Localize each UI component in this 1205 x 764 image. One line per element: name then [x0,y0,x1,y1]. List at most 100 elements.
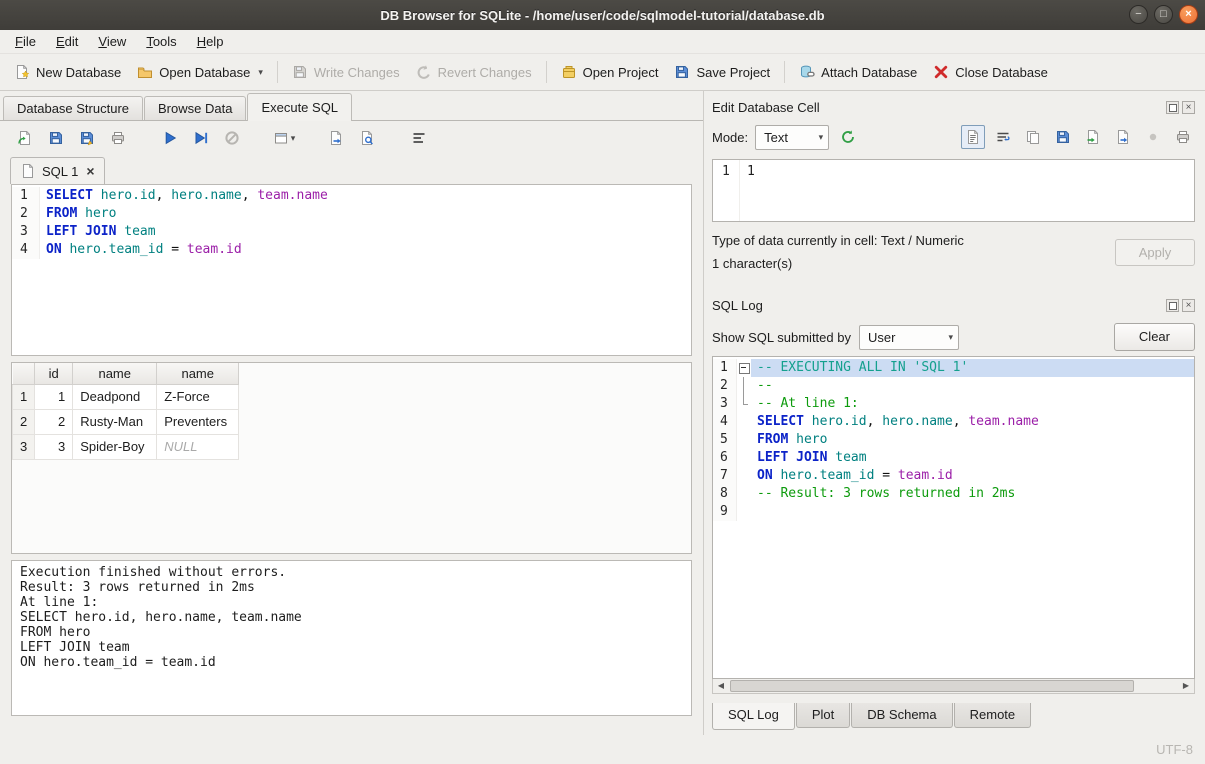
column-header[interactable]: name [157,363,239,384]
save-project-button[interactable]: Save Project [666,59,778,85]
sql-editor[interactable]: 1SELECT hero.id, hero.name, team.name2FR… [11,184,692,356]
new-tab-icon[interactable]: ▾ [272,126,296,150]
table-row: 22Rusty-ManPreventers [13,409,239,434]
mode-select[interactable]: Text ▾ [755,125,829,150]
print-icon[interactable] [1171,125,1195,149]
close-database-button[interactable]: Close Database [925,59,1056,85]
find-icon[interactable] [355,126,379,150]
tab-execute-sql[interactable]: Execute SQL [247,93,352,121]
cell[interactable]: Spider-Boy [73,434,157,459]
text-mode-icon[interactable] [961,125,985,149]
write-changes-button[interactable]: Write Changes [284,59,408,85]
execute-line-icon [193,130,209,146]
float-panel-icon[interactable] [1166,299,1179,312]
results-corner-header[interactable] [13,363,35,384]
apply-button[interactable]: Apply [1115,239,1195,266]
open-database-button[interactable]: Open Database▾ [129,59,271,85]
close-tab-icon[interactable]: × [86,163,94,179]
results-grid[interactable]: idnamename11DeadpondZ-Force22Rusty-ManPr… [11,362,692,554]
stop-icon[interactable] [220,126,244,150]
toolbar-button-label: Open Project [583,65,659,80]
float-panel-icon[interactable] [1166,101,1179,114]
message-line: FROM hero [20,625,683,640]
tab-remote[interactable]: Remote [954,703,1032,728]
execute-icon[interactable] [158,126,182,150]
tab-database-structure[interactable]: Database Structure [3,96,143,120]
open-database-icon [137,64,153,80]
cell[interactable]: Z-Force [157,384,239,409]
main-content: Database StructureBrowse DataExecute SQL… [0,91,1205,735]
tab-sql-1[interactable]: SQL 1 × [10,157,105,184]
word-wrap-icon[interactable] [991,125,1015,149]
menu-edit[interactable]: Edit [46,31,88,52]
revert-changes-button[interactable]: Revert Changes [408,59,540,85]
cell[interactable]: Deadpond [73,384,157,409]
cell-editor-toolbar [961,125,1195,149]
scroll-left-icon[interactable]: ◀ [713,679,729,693]
cell[interactable]: NULL [157,434,239,459]
menu-file[interactable]: File [5,31,46,52]
sql-tab-bar: SQL 1 × [0,155,703,184]
code-text: ON hero.team_id = team.id [751,467,1194,485]
close-panel-icon[interactable]: × [1182,101,1195,114]
toolbar-button-label: New Database [36,65,121,80]
code-line: 6LEFT JOIN team [713,449,1194,467]
tab-db-schema[interactable]: DB Schema [851,703,952,728]
row-number[interactable]: 2 [13,409,35,434]
mode-apply-icon[interactable] [836,125,860,149]
import-icon[interactable] [1081,125,1105,149]
copy-icon[interactable] [1021,125,1045,149]
close-button[interactable]: × [1179,5,1198,24]
execute-line-icon[interactable] [189,126,213,150]
save-sql-icon[interactable] [44,126,68,150]
new-database-button[interactable]: New Database [6,59,129,85]
log-filter-select[interactable]: User ▾ [859,325,959,350]
toolbar-button-label: Save Project [696,65,770,80]
chevron-down-icon: ▾ [819,132,824,143]
menu-view[interactable]: View [88,31,136,52]
clear-log-button[interactable]: Clear [1114,323,1195,351]
format-icon[interactable] [407,126,431,150]
open-sql-icon[interactable] [13,126,37,150]
line-number: 4 [12,241,40,259]
new-database-icon [14,64,30,80]
row-number[interactable]: 3 [13,434,35,459]
sql-log-view[interactable]: 1-- EXECUTING ALL IN 'SQL 1'2--3-- At li… [712,356,1195,679]
menu-help[interactable]: Help [187,31,234,52]
null-marker-icon[interactable] [1141,125,1165,149]
scrollbar-thumb[interactable] [730,680,1134,692]
close-panel-icon[interactable]: × [1182,299,1195,312]
open-project-button[interactable]: Open Project [553,59,667,85]
scroll-right-icon[interactable]: ▶ [1178,679,1194,693]
save-cell-icon[interactable] [1051,125,1075,149]
column-header[interactable]: name [73,363,157,384]
maximize-button[interactable]: □ [1154,5,1173,24]
log-filter-row: Show SQL submitted by User ▾ Clear [712,318,1195,356]
scrollbar-track[interactable] [729,679,1178,693]
horizontal-scrollbar[interactable]: ◀ ▶ [712,679,1195,694]
cell-value[interactable]: 1 [740,160,755,221]
column-header[interactable]: id [35,363,73,384]
cell[interactable]: 2 [35,409,73,434]
menu-tools[interactable]: Tools [136,31,186,52]
minimize-button[interactable]: − [1129,5,1148,24]
cell[interactable]: Preventers [157,409,239,434]
export-cell-icon[interactable] [1111,125,1135,149]
print-icon[interactable] [106,126,130,150]
chevron-down-icon[interactable]: ▾ [258,67,263,78]
row-number[interactable]: 1 [13,384,35,409]
export-sql-icon[interactable] [324,126,348,150]
tab-plot[interactable]: Plot [796,703,850,728]
window-title: DB Browser for SQLite - /home/user/code/… [0,8,1205,23]
mode-select-value: Text [764,130,788,145]
cell[interactable]: 1 [35,384,73,409]
attach-database-button[interactable]: Attach Database [791,59,925,85]
tab-browse-data[interactable]: Browse Data [144,96,246,120]
chevron-down-icon[interactable]: ▾ [291,133,296,144]
cell[interactable]: Rusty-Man [73,409,157,434]
tab-sql-log[interactable]: SQL Log [712,703,795,730]
save-as-sql-icon[interactable] [75,126,99,150]
titlebar[interactable]: DB Browser for SQLite - /home/user/code/… [0,0,1205,30]
cell[interactable]: 3 [35,434,73,459]
cell-editor[interactable]: 1 1 [712,159,1195,222]
